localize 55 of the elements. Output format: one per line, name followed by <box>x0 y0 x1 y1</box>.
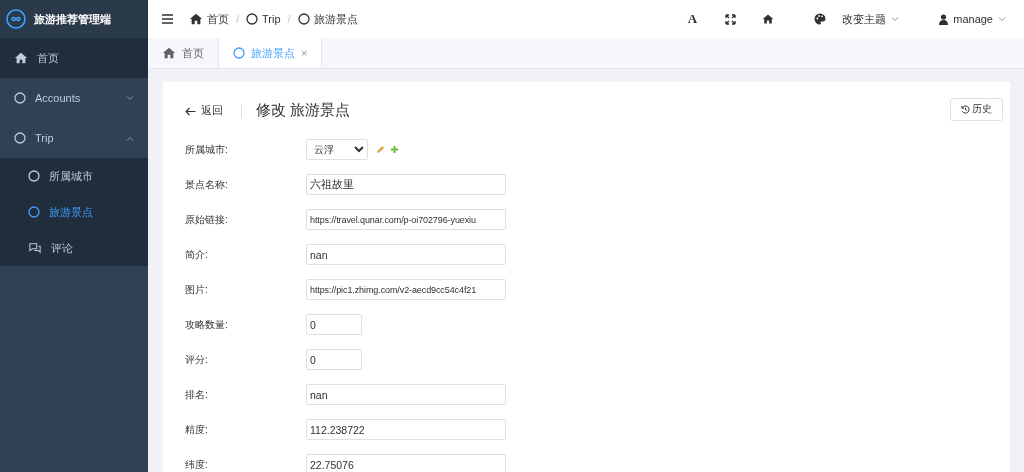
input-field[interactable]: https://pic1.zhimg.com/v2-aecd9cc54c4f21 <box>306 279 506 300</box>
circle-icon <box>246 13 259 25</box>
palette-icon <box>814 13 827 25</box>
circle-icon <box>28 206 40 218</box>
field-label: 原始链接: <box>185 212 229 227</box>
font-size-button[interactable]: A <box>687 11 698 27</box>
input-field[interactable]: nan <box>306 244 506 265</box>
history-icon <box>961 105 970 114</box>
input-field[interactable]: https://travel.qunar.com/p-oi702796-yuexiu <box>306 209 506 230</box>
breadcrumb-separator: / <box>287 13 291 25</box>
fullscreen-icon[interactable] <box>725 13 737 25</box>
user-menu[interactable]: manage <box>939 13 1006 25</box>
home-button[interactable] <box>762 13 775 25</box>
breadcrumb-item[interactable]: 首页 <box>189 11 229 27</box>
field-label: 景点名称: <box>185 177 229 192</box>
field-label: 图片: <box>185 282 209 297</box>
app-title: 旅游推荐管理端 <box>34 11 111 27</box>
breadcrumb-item[interactable]: 旅游景点 <box>297 11 358 27</box>
field-label: 所属城市: <box>185 142 229 157</box>
input-field[interactable]: 112.238722 <box>306 419 506 440</box>
chevron-down-icon <box>998 16 1006 22</box>
home-icon <box>762 13 775 25</box>
input-field[interactable]: 22.75076 <box>306 454 506 472</box>
input-field[interactable]: nan <box>306 384 506 405</box>
back-link[interactable]: 返回 <box>185 98 223 118</box>
user-icon <box>939 13 949 25</box>
field-label: 攻略数量: <box>185 317 229 332</box>
breadcrumb-separator: / <box>236 13 240 25</box>
theme-menu[interactable]: 改变主题 <box>814 11 900 27</box>
circle-icon <box>297 13 310 25</box>
arrow-left-icon <box>185 106 196 116</box>
breadcrumb-item[interactable]: Trip <box>246 13 281 25</box>
input-field[interactable]: 0 <box>306 349 362 370</box>
circle-icon <box>14 92 26 104</box>
city-select[interactable]: 云浮 <box>306 139 368 160</box>
circle-icon <box>233 47 245 59</box>
circle-icon <box>28 170 40 182</box>
history-button[interactable]: 历史 <box>950 98 1003 121</box>
circle-icon <box>14 132 26 144</box>
logo-icon <box>6 9 26 29</box>
input-field[interactable]: 六祖故里 <box>306 174 506 195</box>
field-label: 排名: <box>185 387 209 402</box>
home-icon <box>189 12 203 26</box>
chat-icon <box>28 242 42 254</box>
field-label: 简介: <box>185 247 209 262</box>
field-label: 纬度: <box>185 457 209 472</box>
menu-icon[interactable] <box>162 14 173 24</box>
home-icon <box>162 46 176 60</box>
home-icon <box>14 51 28 65</box>
field-label: 评分: <box>185 352 209 367</box>
menu-item[interactable]: 首页 <box>0 38 148 78</box>
page-title: 修改 旅游景点 <box>256 101 351 120</box>
field-label: 精度: <box>185 422 209 437</box>
chevron-down-icon <box>891 16 900 22</box>
input-field[interactable]: 0 <box>306 314 362 335</box>
